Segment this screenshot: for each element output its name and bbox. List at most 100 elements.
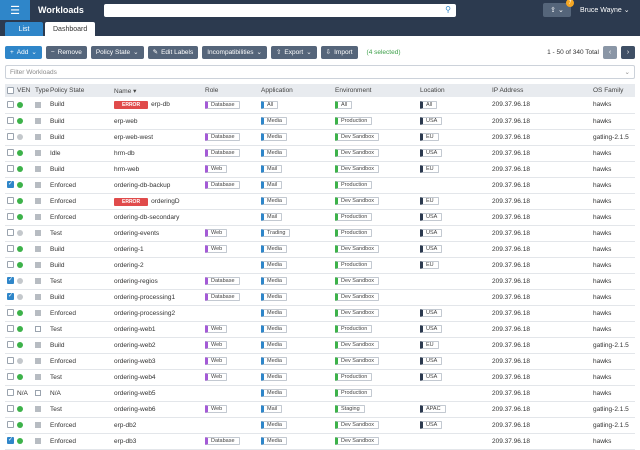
row-checkbox[interactable] (7, 245, 14, 253)
table-row[interactable]: Test ordering-web6 Web Mail Staging APAC 209.3… (5, 401, 635, 417)
row-checkbox[interactable] (7, 436, 14, 445)
workload-name-link[interactable]: orderingD (151, 198, 180, 205)
next-page-icon[interactable]: › (621, 45, 635, 59)
edit-labels-button[interactable]: ✎ Edit Labels (147, 45, 199, 59)
workload-name-link[interactable]: ordering-regios (114, 278, 158, 285)
workload-name-link[interactable]: hrm-web (114, 166, 139, 173)
row-checkbox[interactable] (7, 149, 14, 157)
workload-name-link[interactable]: ordering-web2 (114, 342, 156, 349)
col-location[interactable]: Location (418, 84, 490, 97)
col-ip-address[interactable]: IP Address (490, 84, 591, 97)
workload-name-link[interactable]: ordering-web5 (114, 390, 156, 397)
workload-name-link[interactable]: ordering-web6 (114, 406, 156, 413)
row-checkbox[interactable] (7, 117, 14, 125)
table-row[interactable]: Build erp-web-west Database Media Dev Sandbo… (5, 129, 635, 145)
row-checkbox[interactable] (7, 325, 14, 333)
tab-list[interactable]: List (5, 22, 43, 36)
row-checkbox[interactable] (7, 133, 14, 141)
workload-name-link[interactable]: ordering-web1 (114, 326, 156, 333)
table-row[interactable]: Enforced ERROR orderingD Media Dev Sandbox EU… (5, 193, 635, 209)
table-row[interactable]: Enforced erp-db2 Media Dev Sandbox USA 209.37… (5, 417, 635, 433)
workload-name-link[interactable]: ordering-processing1 (114, 294, 175, 301)
table-row[interactable]: N/A N/A ordering-web5 Media Production 209.37… (5, 385, 635, 401)
row-checkbox[interactable] (7, 405, 14, 413)
workload-name-link[interactable]: erp-web-west (114, 134, 153, 141)
col-role[interactable]: Role (203, 84, 259, 97)
search-icon[interactable]: ⚲ (445, 5, 451, 14)
import-button[interactable]: ⇩ Import (320, 45, 358, 59)
workload-name-link[interactable]: erp-db2 (114, 422, 136, 429)
ip-address: 209.37.96.18 (492, 277, 530, 285)
table-row[interactable]: Build ordering-2 Media Production EU 209.37.9… (5, 257, 635, 273)
table-row[interactable]: Build ordering-processing1 Database Media De… (5, 289, 635, 305)
row-checkbox[interactable] (7, 309, 14, 317)
environment-label: Dev Sandbox (335, 197, 380, 205)
table-header-row: VEN Type Policy State Name ▾ Role Applic… (5, 84, 635, 97)
workload-name-link[interactable]: erp-web (114, 118, 137, 125)
workload-name-link[interactable]: ordering-2 (114, 262, 144, 269)
col-type[interactable]: Type (33, 84, 49, 97)
row-checkbox[interactable] (7, 180, 14, 189)
table-row[interactable]: Enforced ordering-db-secondary Mail Product… (5, 209, 635, 225)
filter-workloads-input[interactable]: Filter Workloads ⌄ (5, 65, 635, 79)
select-all-checkbox[interactable] (5, 84, 15, 97)
row-checkbox[interactable] (7, 229, 14, 237)
row-checkbox[interactable] (7, 373, 14, 381)
row-checkbox[interactable] (7, 357, 14, 365)
row-checkbox[interactable] (7, 197, 14, 205)
policy-state-label: Policy State (95, 48, 131, 56)
table-row[interactable]: Enforced ordering-processing2 Media Dev San… (5, 305, 635, 321)
row-checkbox[interactable] (7, 389, 14, 397)
table-row[interactable]: Build ERROR erp-db Database All All All 209.37.… (5, 97, 635, 113)
hamburger-menu-icon[interactable]: ☰ (0, 0, 30, 20)
upload-button[interactable]: ⇪ ⌄ 7 (543, 0, 574, 17)
export-button[interactable]: ⇧ Export ⌄ (270, 45, 317, 59)
table-row[interactable]: Enforced ordering-web3 Web Media Dev Sandbox… (5, 353, 635, 369)
table-row[interactable]: Enforced ordering-db-backup Database Mail Pr… (5, 177, 635, 193)
row-checkbox[interactable] (7, 261, 14, 269)
row-checkbox[interactable] (7, 213, 14, 221)
table-row[interactable]: Test ordering-regios Database Media Dev Sand… (5, 273, 635, 289)
tab-dashboard[interactable]: Dashboard (45, 22, 96, 36)
prev-page-icon[interactable]: ‹ (603, 45, 617, 59)
row-checkbox[interactable] (7, 101, 14, 109)
row-checkbox[interactable] (7, 292, 14, 301)
workload-name-link[interactable]: hrm-db (114, 150, 135, 157)
row-checkbox[interactable] (7, 341, 14, 349)
col-ven[interactable]: VEN (15, 84, 33, 97)
row-checkbox[interactable] (7, 421, 14, 429)
workload-name-link[interactable]: erp-db3 (114, 438, 136, 445)
policy-state-button[interactable]: Policy State ⌄ (90, 45, 144, 59)
workload-name-link[interactable]: ordering-1 (114, 246, 144, 253)
incompatibilities-button[interactable]: Incompatibilities ⌄ (202, 45, 267, 59)
col-environment[interactable]: Environment (333, 84, 418, 97)
col-application[interactable]: Application (259, 84, 333, 97)
table-row[interactable]: Build erp-web Media Production USA 209.37.96.… (5, 113, 635, 129)
col-policy-state[interactable]: Policy State (48, 84, 112, 97)
table-row[interactable]: Idle hrm-db Database Media Dev Sandbox USA 209… (5, 145, 635, 161)
workload-name-link[interactable]: erp-db (151, 101, 170, 108)
row-checkbox[interactable] (7, 165, 14, 173)
user-menu[interactable]: Bruce Wayne ⌄ (580, 6, 630, 14)
workload-name-link[interactable]: ordering-events (114, 230, 159, 237)
col-os-family[interactable]: OS Family (591, 84, 635, 97)
table-row[interactable]: Build hrm-web Web Mail Dev Sandbox EU 209.37.9… (5, 161, 635, 177)
table-row[interactable]: Test ordering-events Web Trading Production U… (5, 225, 635, 241)
table-row[interactable]: Test ordering-web4 Web Media Production USA 20… (5, 369, 635, 385)
workload-name-link[interactable]: ordering-db-backup (114, 182, 170, 189)
environment-label: Production (335, 117, 373, 125)
table-row[interactable]: Build ordering-web2 Web Media Dev Sandbox EU 2… (5, 337, 635, 353)
workload-name-link[interactable]: ordering-processing2 (114, 310, 175, 317)
table-row[interactable]: Enforced erp-db3 Database Media Dev Sandbox 2… (5, 433, 635, 449)
table-row[interactable]: Test ordering-web1 Web Media Production USA 20… (5, 321, 635, 337)
global-search-input[interactable]: ⚲ (104, 3, 456, 17)
add-button[interactable]: + Add ⌄ (5, 45, 42, 59)
workload-name-link[interactable]: ordering-web3 (114, 358, 156, 365)
workload-name-link[interactable]: ordering-db-secondary (114, 214, 179, 221)
row-checkbox[interactable] (7, 276, 14, 285)
remove-button[interactable]: − Remove (45, 45, 87, 59)
table-row[interactable]: Build ordering-1 Web Media Dev Sandbox USA 209… (5, 241, 635, 257)
selected-count: (4 selected) (366, 48, 401, 56)
workload-name-link[interactable]: ordering-web4 (114, 374, 156, 381)
col-name[interactable]: Name ▾ (112, 84, 203, 97)
